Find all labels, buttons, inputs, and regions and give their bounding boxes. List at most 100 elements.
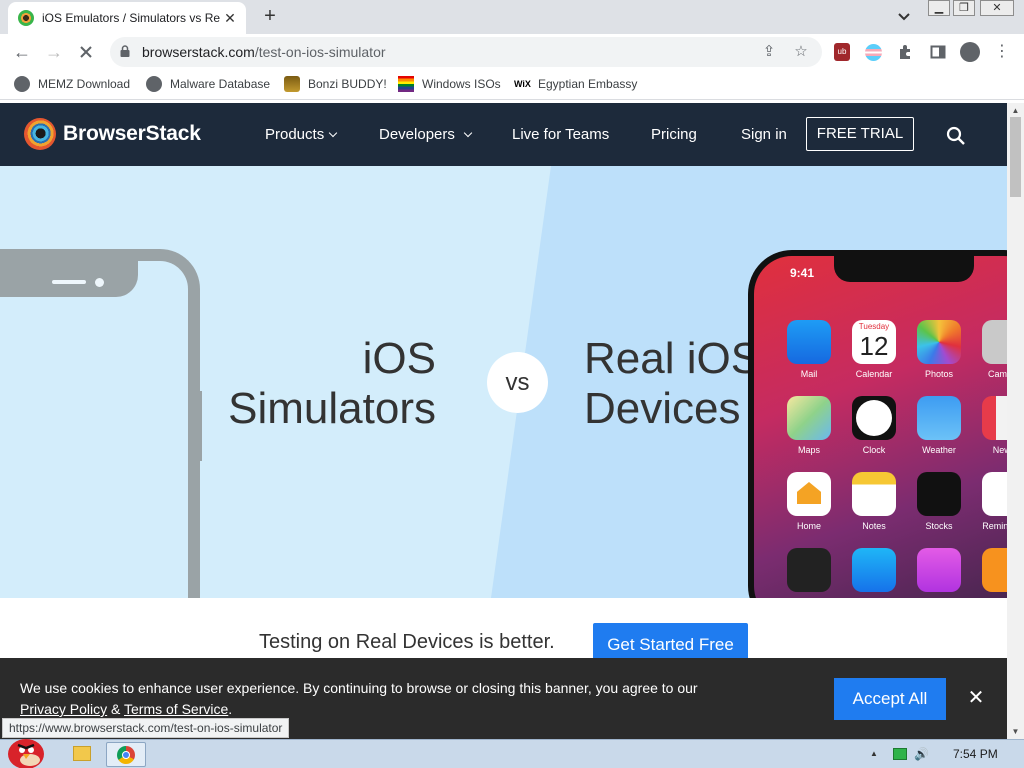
nav-live-for-teams[interactable]: Live for Teams [512, 126, 609, 143]
close-window-button[interactable]: ✕ [980, 0, 1014, 16]
extension-icon[interactable] [865, 44, 882, 61]
hero-banner: iOS Simulators vs Real iOS Devices 9:41 … [0, 166, 1007, 598]
maps-icon [787, 396, 831, 440]
page-viewport: BrowserStack Products Developers Live fo… [0, 103, 1007, 739]
start-button-bird-icon[interactable] [2, 730, 50, 768]
free-trial-button[interactable]: FREE TRIAL [806, 117, 914, 151]
app-itunes [916, 548, 962, 592]
speaker-icon [52, 280, 86, 284]
scroll-down-arrow-icon[interactable]: ▼ [1011, 727, 1020, 736]
iphone-screen: 9:41 Mail Tuesday12Calendar Photos Camer… [754, 256, 1007, 598]
folder-icon [73, 746, 91, 761]
accept-all-button[interactable]: Accept All [834, 678, 946, 720]
bookmark-windows-isos[interactable]: Windows ISOs [398, 76, 501, 92]
url-text: browserstack.com/test-on-ios-simulator [142, 44, 386, 60]
clock-time[interactable]: 7:54 PM [953, 747, 998, 761]
bookmark-bonzi-buddy[interactable]: Bonzi BUDDY! [284, 76, 387, 92]
chevron-down-icon [463, 128, 473, 138]
bonzi-icon [284, 76, 300, 92]
scroll-up-arrow-icon[interactable]: ▲ [1011, 106, 1020, 115]
side-panel-icon[interactable] [930, 44, 946, 60]
lock-icon [120, 45, 130, 57]
globe-icon [14, 76, 30, 92]
simulator-side-button [198, 391, 202, 461]
news-icon [982, 396, 1007, 440]
battery-icon[interactable] [893, 748, 907, 760]
bookmark-memz[interactable]: MEMZ Download [14, 76, 130, 92]
taskbar-explorer[interactable] [62, 742, 102, 767]
stop-loading-icon[interactable] [74, 40, 98, 64]
bookmark-egyptian-embassy[interactable]: WiX Egyptian Embassy [514, 76, 637, 92]
app-tv [786, 548, 832, 592]
app-photos: Photos [916, 320, 962, 379]
profile-avatar-icon[interactable] [960, 42, 980, 62]
camera-icon [982, 320, 1007, 364]
vs-badge: vs [487, 352, 548, 413]
nav-developers[interactable]: Developers [379, 126, 473, 143]
app-reminders: Reminders [981, 472, 1007, 531]
new-tab-button[interactable]: + [258, 6, 282, 28]
nav-pricing[interactable]: Pricing [651, 126, 697, 143]
address-bar[interactable]: browserstack.com/test-on-ios-simulator ⇪… [110, 37, 822, 67]
cookie-message: We use cookies to enhance user experienc… [20, 680, 698, 717]
site-navbar: BrowserStack Products Developers Live fo… [0, 103, 1007, 166]
terms-of-service-link[interactable]: Terms of Service [124, 701, 228, 717]
browser-toolbar: ← → browserstack.com/test-on-ios-simulat… [0, 34, 1024, 70]
tab-search-chevron-icon[interactable] [894, 8, 914, 26]
back-arrow-icon[interactable]: ← [10, 40, 34, 64]
puzzle-extensions-icon[interactable] [898, 44, 914, 60]
app-store-icon [852, 548, 896, 592]
app-books [981, 548, 1007, 592]
tv-icon [787, 548, 831, 592]
share-icon[interactable]: ⇪ [760, 43, 778, 61]
nav-products[interactable]: Products [265, 126, 338, 143]
nav-sign-in[interactable]: Sign in [741, 126, 787, 143]
app-news: News [981, 396, 1007, 455]
app-camera: Camera [981, 320, 1007, 379]
browser-tab[interactable]: iOS Emulators / Simulators vs Re ✕ [8, 2, 246, 34]
cookie-close-icon[interactable]: ✕ [966, 688, 986, 708]
simulator-phone-outline [0, 249, 200, 598]
taskbar-chrome[interactable] [106, 742, 146, 767]
chrome-icon [117, 746, 135, 764]
maximize-button[interactable]: ❐ [953, 0, 975, 16]
hero-left-heading: iOS Simulators [228, 334, 436, 433]
notes-icon [852, 472, 896, 516]
app-mail: Mail [786, 320, 832, 379]
real-iphone-image: 9:41 Mail Tuesday12Calendar Photos Camer… [748, 250, 1007, 598]
page-scrollbar[interactable]: ▲ ▼ [1007, 103, 1024, 739]
tab-strip: iOS Emulators / Simulators vs Re ✕ + ▁ ❐… [0, 0, 1024, 34]
privacy-policy-link[interactable]: Privacy Policy [20, 701, 107, 717]
photos-icon [917, 320, 961, 364]
windows-taskbar: ▲ 🔊 7:54 PM [0, 739, 1024, 768]
app-clock: Clock [851, 396, 897, 455]
globe-icon [146, 76, 162, 92]
tab-close-icon[interactable]: ✕ [222, 10, 238, 26]
simulator-notch [0, 261, 138, 297]
tab-title: iOS Emulators / Simulators vs Re [42, 11, 221, 25]
search-icon[interactable] [946, 126, 966, 146]
weather-icon [917, 396, 961, 440]
bookmark-star-icon[interactable]: ☆ [792, 43, 810, 61]
minimize-button[interactable]: ▁ [928, 0, 950, 16]
cta-text: Testing on Real Devices is better. [259, 631, 555, 653]
bookmark-malware-database[interactable]: Malware Database [146, 76, 270, 92]
iphone-notch [834, 256, 974, 282]
app-notes: Notes [851, 472, 897, 531]
hero-right-heading: Real iOS Devices [584, 334, 761, 433]
menu-kebab-icon[interactable]: ⋮ [994, 42, 1010, 62]
volume-icon[interactable]: 🔊 [914, 748, 929, 760]
calendar-icon: Tuesday 12 [852, 320, 896, 364]
forward-arrow-icon[interactable]: → [42, 40, 66, 64]
tray-expand-icon[interactable]: ▲ [870, 748, 884, 760]
ublock-extension-icon[interactable]: ub [834, 43, 850, 61]
app-app-store [851, 548, 897, 592]
site-logo[interactable]: BrowserStack [63, 122, 201, 146]
scroll-thumb[interactable] [1010, 117, 1021, 197]
chevron-down-icon [328, 128, 338, 138]
clock-icon [852, 396, 896, 440]
bookmarks-bar: MEMZ Download Malware Database Bonzi BUD… [0, 70, 1024, 100]
app-stocks: Stocks [916, 472, 962, 531]
books-icon [982, 548, 1007, 592]
browserstack-logo-icon[interactable] [24, 118, 56, 150]
